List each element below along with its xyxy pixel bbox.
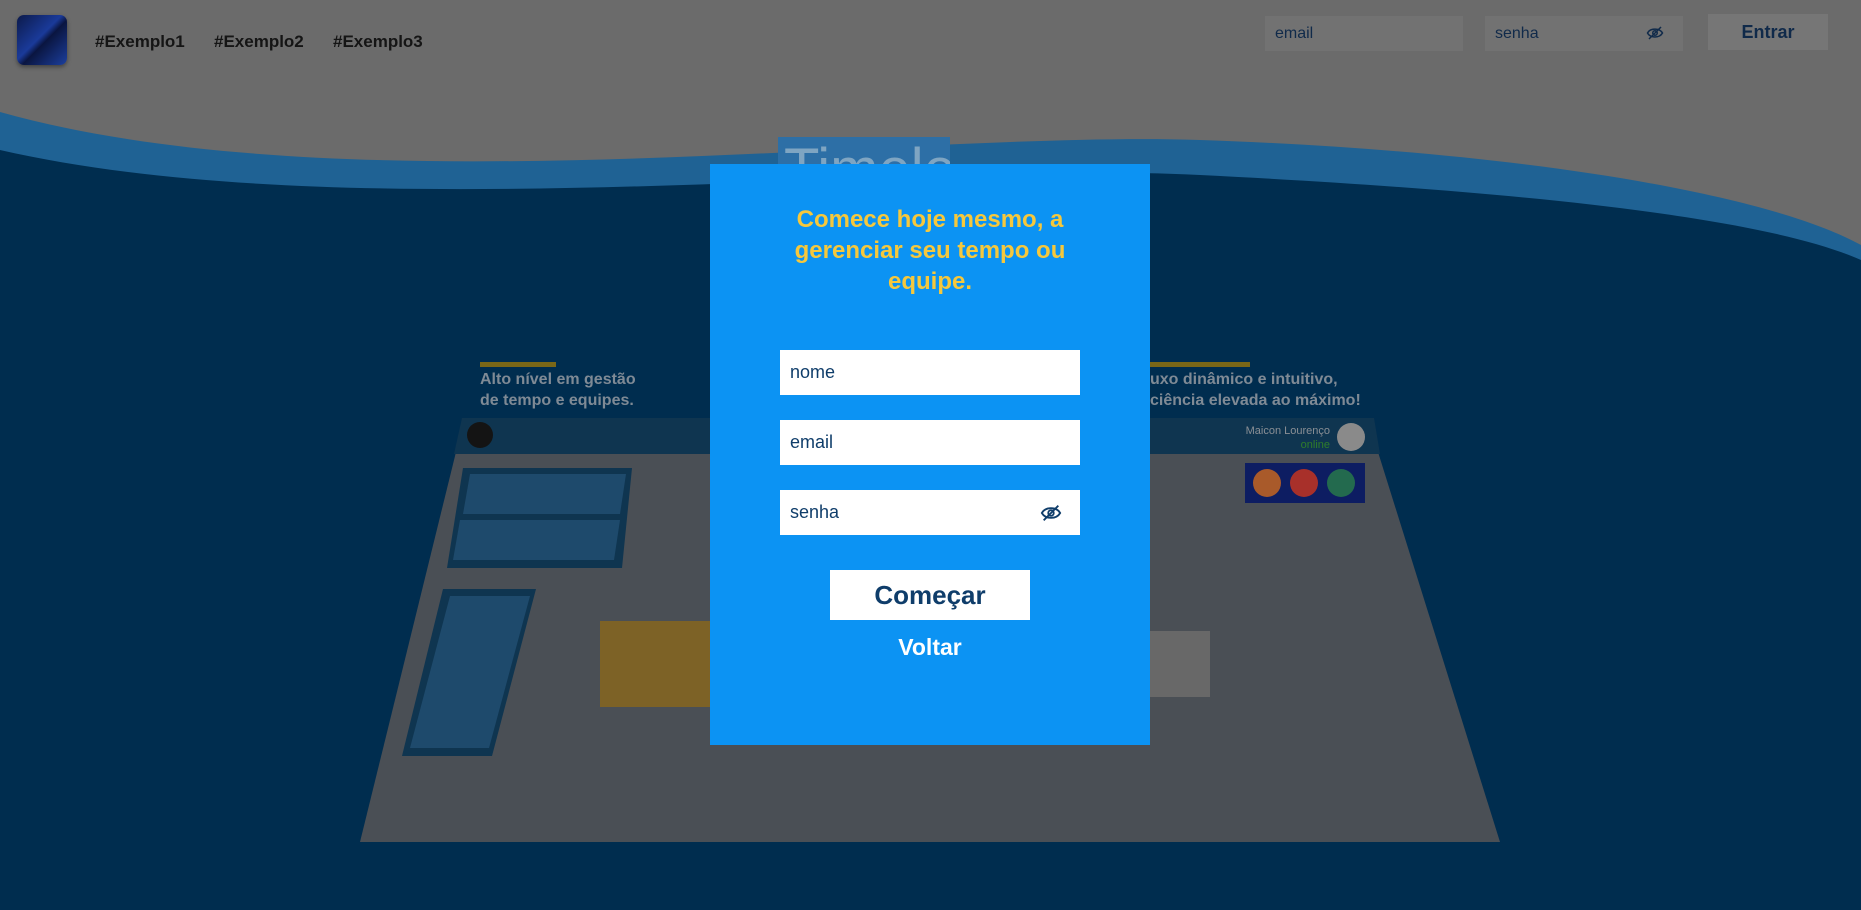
login-email-input[interactable] [1265, 16, 1463, 51]
feature-right-accent [1150, 362, 1250, 367]
modal-title: Comece hoje mesmo, a gerenciar seu tempo… [794, 206, 1066, 295]
email-input[interactable] [780, 420, 1080, 465]
signup-modal: Comece hoje mesmo, a gerenciar seu tempo… [710, 164, 1150, 745]
eye-slash-icon[interactable] [1040, 504, 1062, 522]
feature-left-text: Alto nível em gestão de tempo e equipes. [480, 371, 636, 409]
top-navbar: #Exemplo1 #Exemplo2 #Exemplo3 Entrar [0, 0, 1861, 90]
app-logo[interactable] [17, 15, 67, 65]
preview-user-status: online [1301, 439, 1330, 451]
eye-slash-icon[interactable] [1646, 26, 1664, 40]
preview-avatar-left [467, 422, 493, 448]
preview-user-name: Maicon Lourenço [1246, 425, 1330, 437]
feature-left-accent [480, 362, 556, 367]
back-button[interactable]: Voltar [830, 634, 1030, 661]
login-button[interactable]: Entrar [1708, 14, 1828, 50]
nav-link-exemplo3[interactable]: #Exemplo3 [333, 32, 423, 52]
feature-right-text: uxo dinâmico e intuitivo, ciência elevad… [1150, 371, 1361, 409]
preview-avatar-right [1337, 423, 1365, 451]
start-button[interactable]: Começar [830, 570, 1030, 620]
password-input[interactable] [780, 490, 1080, 535]
name-input[interactable] [780, 350, 1080, 395]
nav-link-exemplo2[interactable]: #Exemplo2 [214, 32, 304, 52]
nav-link-exemplo1[interactable]: #Exemplo1 [95, 32, 185, 52]
